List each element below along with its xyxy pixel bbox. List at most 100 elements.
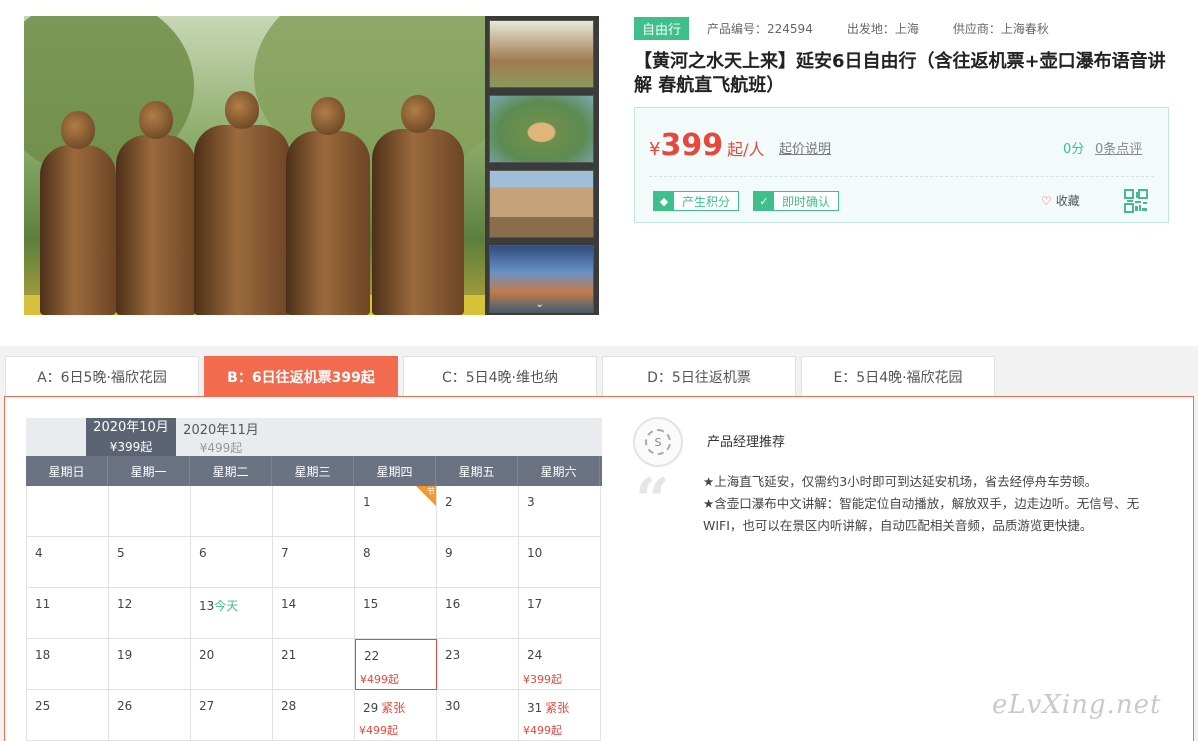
thumbnail-river-bend[interactable] xyxy=(489,95,594,163)
reviews-link[interactable]: 0条点评 xyxy=(1095,138,1142,157)
calendar-day[interactable]: 1节 xyxy=(355,486,437,537)
instant-confirm-badge: ✓ 即时确认 xyxy=(753,191,840,211)
tab-package-c[interactable]: C：5日4晚·维也纳 xyxy=(403,356,597,397)
calendar-day[interactable]: 13今天 xyxy=(191,588,273,639)
calendar-day[interactable]: 19 xyxy=(109,639,191,690)
day-number: 6 xyxy=(199,546,207,560)
month-tab-nov[interactable]: 2020年11月 ¥499起 xyxy=(176,418,266,456)
today-label: 今天 xyxy=(214,599,239,613)
day-number: 12 xyxy=(117,597,133,611)
day-number: 30 xyxy=(445,699,461,713)
calendar-day[interactable]: 15 xyxy=(355,588,437,639)
thumbnail-cave-dwellings[interactable] xyxy=(489,170,594,238)
weekday-header: 星期日 星期一 星期二 星期三 星期四 星期五 星期六 xyxy=(26,456,602,486)
calendar-empty-cell xyxy=(273,486,355,537)
price-box: ¥399 起/人 起价说明 0分 0条点评 ◆ 产生积分 ✓ 即时确认 ♡ 收藏 xyxy=(634,107,1169,223)
calendar-day[interactable]: 22 ¥499起 xyxy=(355,639,437,690)
calendar-day[interactable]: 7 xyxy=(273,537,355,588)
tab-package-b[interactable]: B：6日往返机票399起 xyxy=(204,356,398,397)
calendar-day[interactable]: 25 xyxy=(27,690,109,741)
calendar-day[interactable]: 21 xyxy=(273,639,355,690)
rating-score: 0分 xyxy=(1063,142,1085,157)
avatar-placeholder-icon: S xyxy=(645,429,671,455)
calendar-day[interactable]: 5 xyxy=(109,537,191,588)
calendar-day[interactable]: 10 xyxy=(519,537,601,588)
day-number: 9 xyxy=(445,546,453,560)
tab-package-e[interactable]: E：5日4晚·福欣花园 xyxy=(801,356,995,397)
calendar-day[interactable]: 17 xyxy=(519,588,601,639)
month-name: 2020年11月 xyxy=(183,423,259,438)
calendar-day[interactable]: 23 xyxy=(437,639,519,690)
calendar-empty-cell xyxy=(109,486,191,537)
day-with-status: 31 紧张 xyxy=(527,699,569,716)
calendar-day[interactable]: 16 xyxy=(437,588,519,639)
calendar-day[interactable]: 14 xyxy=(273,588,355,639)
day-number: 25 xyxy=(35,699,51,713)
package-tabs: A：6日5晚·福欣花园 B：6日往返机票399起 C：5日4晚·维也纳 D：5日… xyxy=(5,356,1000,397)
divider xyxy=(649,176,1154,177)
weekday-label: 星期五 xyxy=(436,456,518,486)
day-number: 24 xyxy=(527,648,543,662)
quote-mark-icon: “ xyxy=(635,466,670,536)
month-name: 2020年10月 xyxy=(93,420,169,435)
statue-figure xyxy=(40,111,116,315)
favorite-button[interactable]: ♡ 收藏 xyxy=(1041,192,1080,209)
calendar-day[interactable]: 4 xyxy=(27,537,109,588)
price-display: ¥399 起/人 xyxy=(649,128,764,163)
calendar-day[interactable]: 30 xyxy=(437,690,519,741)
day-number: 13 xyxy=(199,599,215,613)
calendar-row: 1节 2 3 xyxy=(27,486,602,537)
day-number: 11 xyxy=(35,597,51,611)
price-explain-link[interactable]: 起价说明 xyxy=(779,138,831,157)
calendar-day[interactable]: 9 xyxy=(437,537,519,588)
thumbnail-city-view[interactable]: ⌄ xyxy=(489,245,594,313)
diamond-icon: ◆ xyxy=(654,192,674,210)
departure-city: 出发地：上海 xyxy=(846,21,919,36)
statue-figure xyxy=(372,95,464,315)
calendar-day[interactable]: 6 xyxy=(191,537,273,588)
weekday-label: 星期二 xyxy=(190,456,272,486)
main-product-image[interactable] xyxy=(24,16,485,315)
points-badge-label: 产生积分 xyxy=(682,194,731,209)
calendar-grid: 1 节 2 3 4 5 6 7 8 9 10 11 12 13今天 14 15 16 17 18 19 20 21 22 ¥4… xyxy=(26,486,602,741)
calendar-row: 11 12 13今天 14 15 16 17 xyxy=(27,588,602,639)
thumbnail-statues[interactable] xyxy=(489,20,594,88)
recommend-line: ★含壶口瀑布中文讲解：智能定位自动播放，解放双手，边走边听。无信号、无WIFI，… xyxy=(703,496,1140,533)
calendar-day[interactable]: 12 xyxy=(109,588,191,639)
recommend-line: ★上海直飞延安，仅需约3小时即可到达延安机场，省去经停舟车劳顿。 xyxy=(703,474,1098,489)
day-number: 23 xyxy=(445,648,461,662)
calendar-day[interactable]: 2 xyxy=(437,486,519,537)
calendar-day[interactable]: 26 xyxy=(109,690,191,741)
recommend-title: 产品经理推荐 xyxy=(707,435,786,450)
day-number: 14 xyxy=(281,597,297,611)
month-switcher: 2020年10月 ¥399起 2020年11月 ¥499起 xyxy=(26,418,602,456)
day-number: 26 xyxy=(117,699,133,713)
price-calendar: 2020年10月 ¥399起 2020年11月 ¥499起 星期日 星期一 星期… xyxy=(26,418,602,741)
calendar-day[interactable]: 24 ¥399起 xyxy=(519,639,601,690)
calendar-day[interactable]: 18 xyxy=(27,639,109,690)
calendar-day[interactable]: 27 xyxy=(191,690,273,741)
calendar-day[interactable]: 20 xyxy=(191,639,273,690)
calendar-day[interactable]: 31 紧张 ¥499起 xyxy=(519,690,601,741)
tab-package-a[interactable]: A：6日5晚·福欣花园 xyxy=(5,356,199,397)
month-tab-oct[interactable]: 2020年10月 ¥399起 xyxy=(86,418,176,456)
chevron-down-icon[interactable]: ⌄ xyxy=(536,299,544,310)
calendar-day[interactable]: 28 xyxy=(273,690,355,741)
calendar-day[interactable]: 8 xyxy=(355,537,437,588)
calendar-day[interactable]: 3 xyxy=(519,486,601,537)
holiday-mark: 节 xyxy=(427,487,435,496)
calendar-day[interactable]: 29 紧张 ¥499起 xyxy=(355,690,437,741)
calendar-row: 18 19 20 21 22 ¥499起 23 24 ¥399起 xyxy=(27,639,602,690)
day-number: 20 xyxy=(199,648,215,662)
weekday-label: 星期六 xyxy=(518,456,600,486)
weekday-label: 星期四 xyxy=(354,456,436,486)
day-with-today: 13今天 xyxy=(199,597,238,614)
day-number: 2 xyxy=(445,495,453,509)
price-currency: ¥ xyxy=(649,139,661,160)
product-info: 自由行 产品编号：224594 出发地：上海 供应商：上海春秋 【黄河之水天上来… xyxy=(634,16,1174,223)
availability-status: 紧张 xyxy=(545,701,570,715)
tab-package-d[interactable]: D：5日往返机票 xyxy=(602,356,796,397)
day-number: 27 xyxy=(199,699,215,713)
qr-code-icon[interactable] xyxy=(1123,188,1149,214)
calendar-day[interactable]: 11 xyxy=(27,588,109,639)
